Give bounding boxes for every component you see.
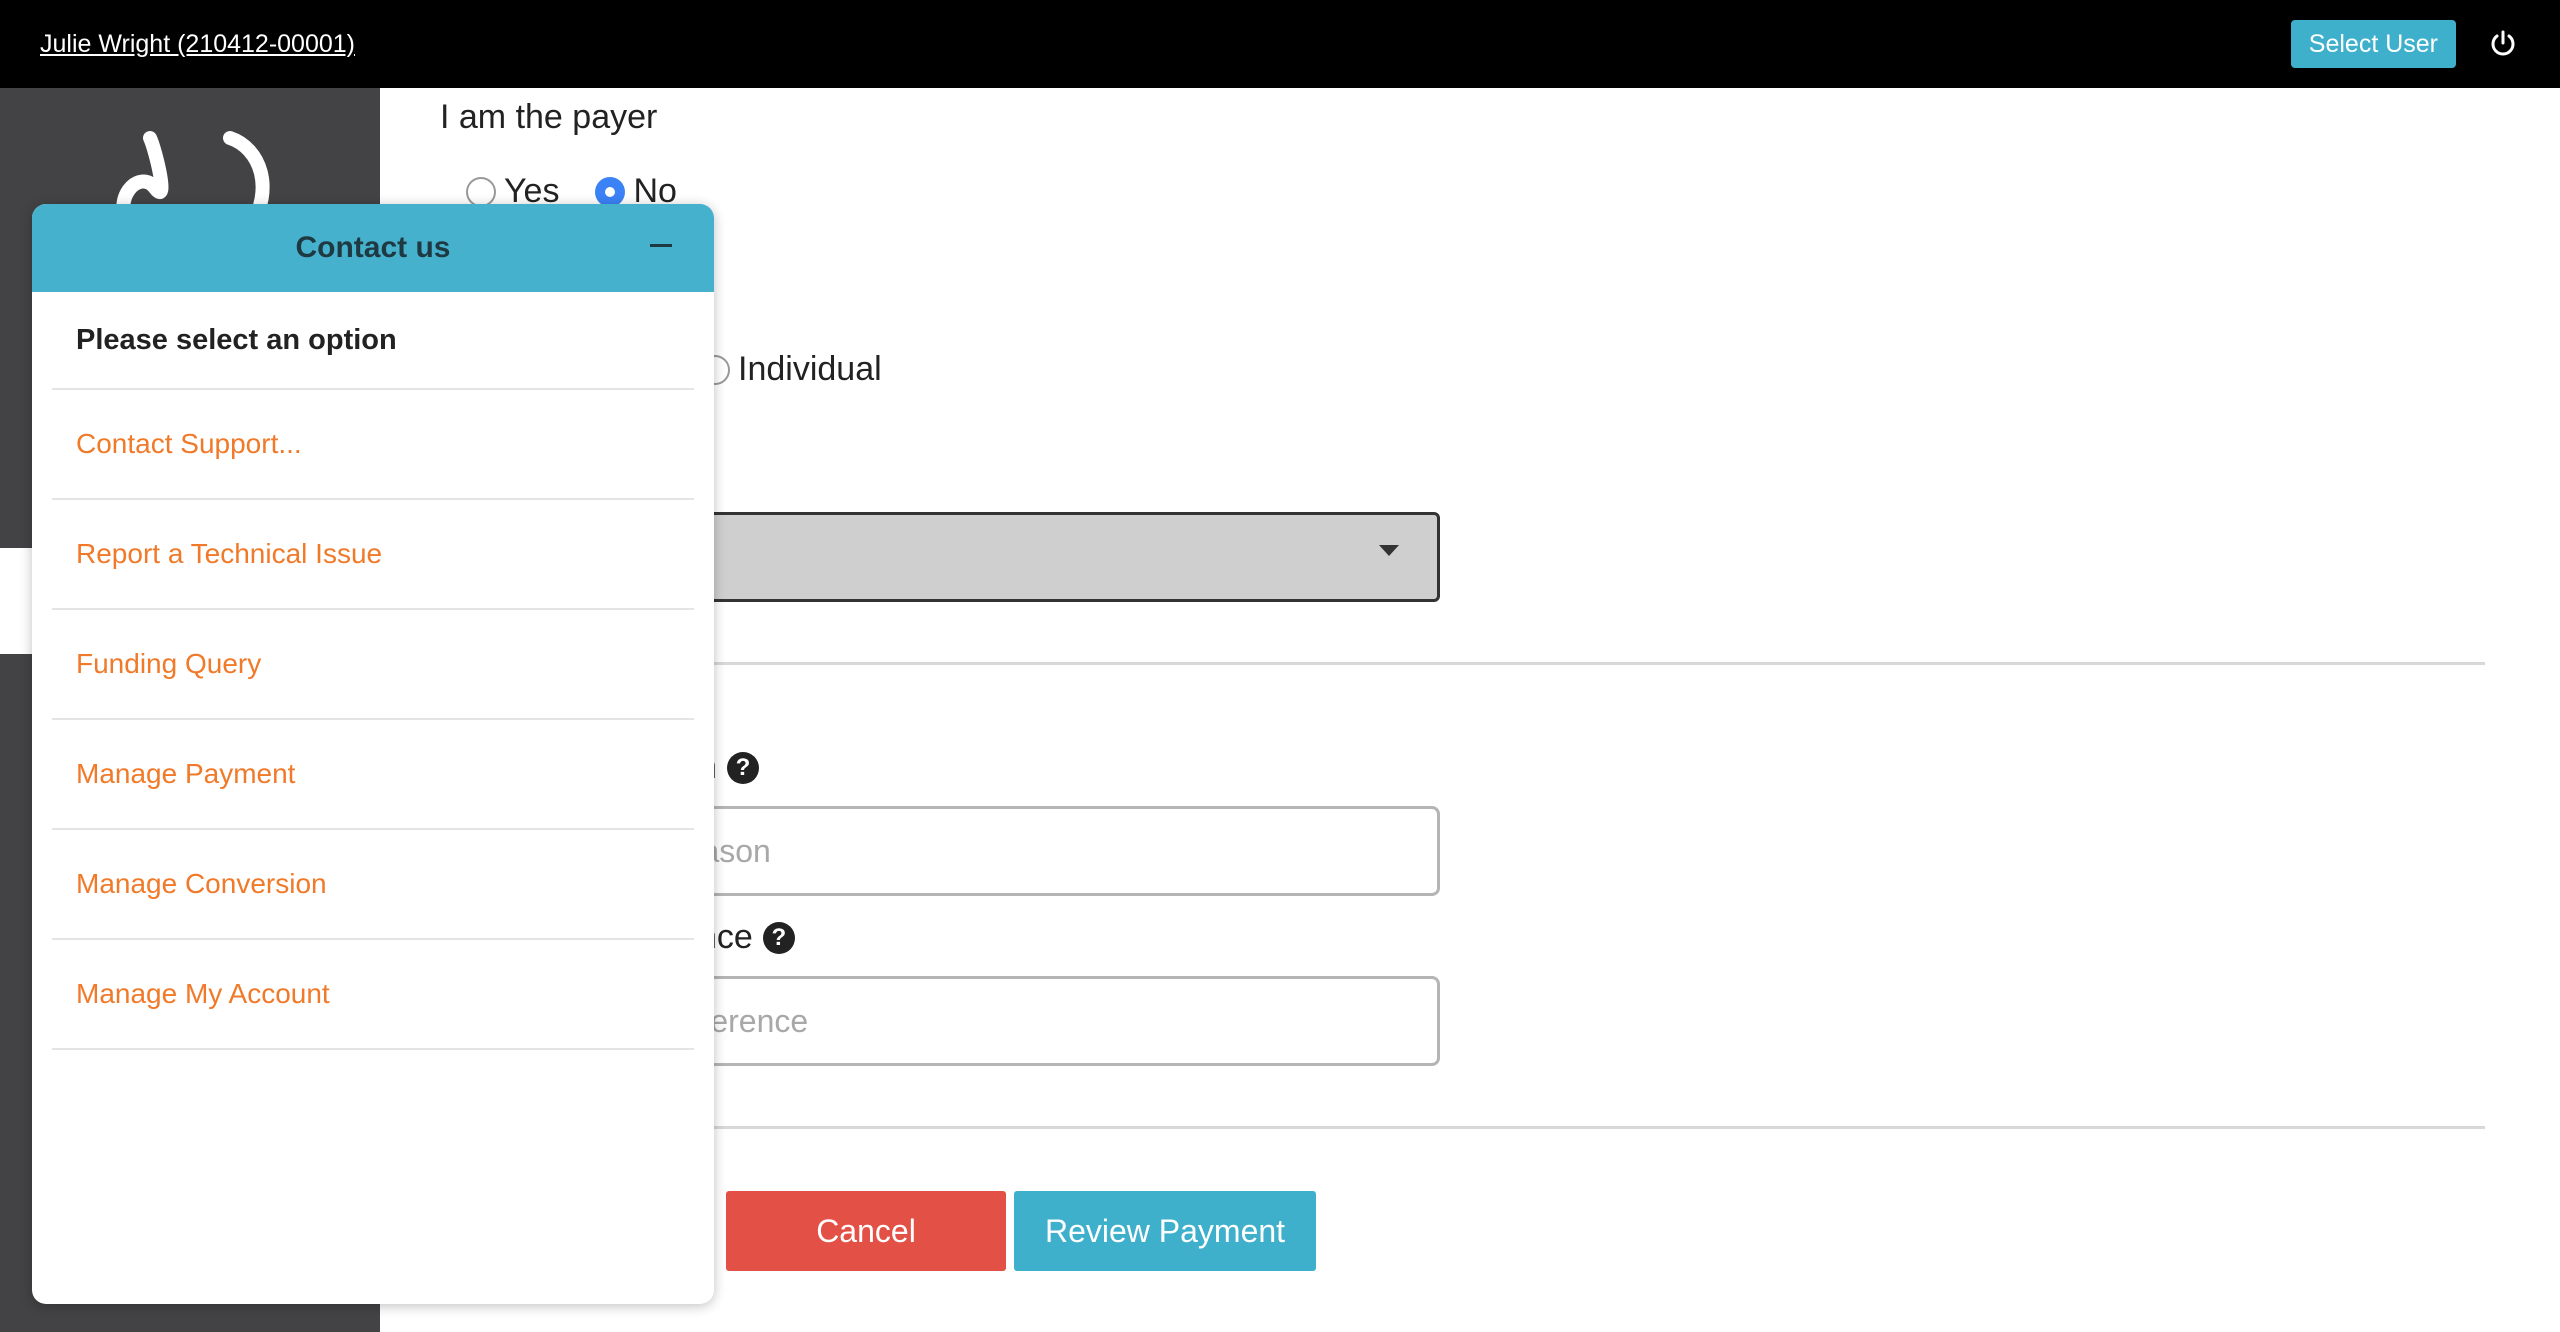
reference-input[interactable] (640, 976, 1440, 1066)
app-window: Julie Wright (210412-00001) Select User … (0, 0, 2560, 1332)
select-user-button[interactable]: Select User (2290, 20, 2456, 68)
top-bar: Julie Wright (210412-00001) Select User (0, 0, 2560, 88)
payer-no-radio[interactable] (595, 176, 626, 207)
chevron-down-icon (1379, 545, 1399, 556)
individual-option[interactable]: Individual (700, 350, 882, 389)
contact-us-title: Contact us (295, 231, 451, 264)
contact-us-subtitle: Please select an option (52, 292, 694, 390)
contact-us-header: Contact us (32, 204, 714, 292)
cancel-button[interactable]: Cancel (726, 1191, 1006, 1271)
section-divider (640, 662, 2485, 665)
contact-us-widget: Contact us Please select an option Conta… (32, 204, 714, 1304)
payer-yes-radio[interactable] (466, 176, 496, 207)
review-payment-button[interactable]: Review Payment (1014, 1191, 1316, 1271)
reason-input[interactable] (640, 806, 1440, 896)
help-icon[interactable]: ? (762, 921, 795, 954)
payer-label: I am the payer (440, 98, 658, 136)
section-divider (640, 1126, 2485, 1129)
help-icon[interactable]: ? (726, 751, 759, 784)
contact-option-manage-conversion[interactable]: Manage Conversion (52, 830, 694, 940)
contact-option-manage-account[interactable]: Manage My Account (52, 940, 694, 1050)
contact-option-support[interactable]: Contact Support... (52, 390, 694, 500)
contact-option-manage-payment[interactable]: Manage Payment (52, 720, 694, 830)
current-user-link[interactable]: Julie Wright (210412-00001) (40, 30, 355, 59)
minimize-icon[interactable] (650, 244, 672, 247)
power-icon[interactable] (2486, 27, 2520, 61)
contact-option-funding-query[interactable]: Funding Query (52, 610, 694, 720)
payer-select-dropdown[interactable] (640, 512, 1440, 602)
contact-option-technical-issue[interactable]: Report a Technical Issue (52, 500, 694, 610)
top-bar-actions: Select User (2290, 20, 2520, 68)
individual-label: Individual (738, 350, 882, 388)
